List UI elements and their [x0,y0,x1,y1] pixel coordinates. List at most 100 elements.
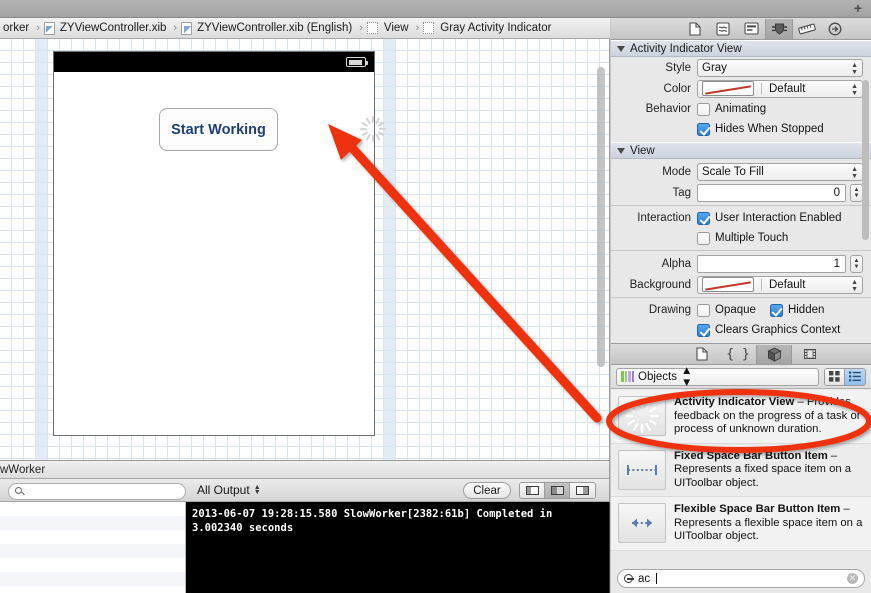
spinner-nib [379,128,386,130]
breadcrumb-item-0[interactable]: orker [0,22,32,34]
breadcrumb-item-2[interactable]: ZYViewController.xib (English) [181,22,355,35]
fixed-space-icon [619,451,665,489]
style-label: Style [611,62,697,74]
canvas-guide-left [35,39,47,460]
debug-tab-bar[interactable]: wWorker [0,460,610,479]
disclosure-triangle-icon[interactable] [617,46,625,52]
breadcrumb-label-3: View [381,22,412,34]
code-snippet-library-icon[interactable]: { } [720,345,756,364]
user-interaction-enabled-checkbox[interactable] [697,212,710,225]
inspector-tab-bar [611,18,871,40]
breadcrumb-separator: › [412,22,424,34]
library-item-title: Flexible Space Bar Button Item [674,503,840,515]
hides-when-stopped-checkbox[interactable] [697,123,710,136]
show-console-view-button[interactable] [570,483,595,498]
background-color-well[interactable] [702,277,754,292]
disclosure-triangle-icon[interactable] [617,148,625,154]
size-inspector-icon[interactable] [793,19,821,39]
fixed-space-thumb [618,450,666,490]
list-item[interactable]: Flexible Space Bar Button Item – Represe… [611,497,871,551]
library-category-label: Objects [638,371,677,383]
breadcrumb-item-1[interactable]: ZYViewController.xib [44,22,170,35]
file-template-library-icon[interactable] [684,345,720,364]
opaque-checkbox[interactable] [697,304,710,317]
device-view[interactable]: Start Working [53,51,375,436]
start-working-button[interactable]: Start Working [159,108,278,151]
identity-inspector-icon[interactable] [737,19,765,39]
search-icon [15,487,22,494]
media-library-icon[interactable] [792,345,828,364]
show-both-views-button[interactable] [545,483,570,498]
section-title: Activity Indicator View [630,43,742,55]
library-view-toggle [824,368,866,386]
library-item-title: Activity Indicator View [674,396,794,408]
clears-graphics-context-checkbox[interactable] [697,324,710,337]
library-tab-bar: { } [611,344,871,365]
alpha-stepper[interactable]: ▲▼ [850,255,863,273]
mode-popup[interactable]: Scale To Fill ▲▼ [697,163,863,181]
chevron-updown-icon: ▲▼ [851,279,858,293]
console-output[interactable]: 2013-06-07 19:28:15.580 SlowWorker[2382:… [186,502,610,593]
file-inspector-icon[interactable] [681,19,709,39]
status-bar [54,52,374,72]
inspector-scrollbar[interactable] [862,80,869,240]
library-category-popup[interactable]: Objects ▲▼ [616,368,819,386]
drawing-row: Drawing Opaque Hidden [611,300,871,320]
attributes-inspector-icon[interactable] [765,19,793,39]
library-item-text: Fixed Space Bar Button Item – Represents… [674,450,863,491]
section-header-activity-indicator-view[interactable]: Activity Indicator View [611,40,871,57]
xcode-window: + orker › ZYViewController.xib › ZYViewC… [0,0,871,593]
list-item[interactable]: Activity Indicator View – Provides feedb… [611,390,871,444]
output-scope-popup[interactable]: All Output ▲▼ [197,483,261,497]
hidden-checkbox[interactable] [770,304,783,317]
debug-tab-label: wWorker [0,464,45,476]
list-item[interactable]: Fixed Space Bar Button Item – Represents… [611,444,871,498]
color-well[interactable] [702,81,754,96]
object-library-icon[interactable] [756,345,792,364]
add-editor-button[interactable]: + [854,2,862,14]
breadcrumb[interactable]: orker › ZYViewController.xib › ZYViewCon… [0,18,610,39]
library-item-list[interactable]: Activity Indicator View – Provides feedb… [611,390,871,566]
xib-file-icon [44,22,55,35]
breadcrumb-item-4[interactable]: Gray Activity Indicator [423,22,554,34]
chevron-updown-icon: ▲▼ [851,166,858,180]
debug-filter-field[interactable] [8,483,186,500]
objects-library-color-icon [621,371,634,382]
show-variables-view-button[interactable] [520,483,545,498]
breadcrumb-item-3[interactable]: View [367,22,412,34]
xib-file-icon [181,22,192,35]
spinner-nib [366,134,371,141]
library-search-value: ac [638,573,650,585]
alpha-field[interactable]: 1 [697,255,846,273]
canvas-vertical-scrollbar[interactable] [597,67,605,367]
variables-view[interactable] [0,502,186,593]
spinner-nib [360,128,367,130]
variables-view-icon [526,486,539,495]
alpha-row: Alpha 1 ▲▼ [611,253,871,274]
behavior-label: Behavior [611,103,697,115]
clear-search-icon[interactable]: ✕ [847,573,858,584]
tag-field[interactable]: 0 [697,184,846,202]
spinner-nib [648,419,657,426]
utilities-inspector: Activity Indicator View Style Gray ▲▼ Co… [611,18,871,343]
activity-indicator-view[interactable] [360,116,386,142]
list-view-toggle[interactable] [845,369,865,385]
grid-view-toggle[interactable] [825,369,845,385]
search-icon [624,574,633,583]
chevron-updown-icon: ▲▼ [681,365,692,389]
style-popup[interactable]: Gray ▲▼ [697,59,863,77]
interface-builder-canvas[interactable]: Start Working [0,39,610,460]
library-search-field[interactable]: ac ✕ [617,569,865,588]
canvas-guide-right [383,39,395,460]
clear-console-button[interactable]: Clear [463,482,511,499]
animating-checkbox[interactable] [697,103,710,116]
library-header: Objects ▲▼ [611,365,871,389]
multiple-touch-checkbox[interactable] [697,232,710,245]
quick-help-inspector-icon[interactable] [709,19,737,39]
section-header-view[interactable]: View [611,142,871,159]
library-item-text: Activity Indicator View – Provides feedb… [674,396,863,437]
view-placeholder-icon [423,22,434,34]
background-popup[interactable]: | Default ▲▼ [697,276,863,294]
color-popup[interactable]: | Default ▲▼ [697,80,863,98]
connections-inspector-icon[interactable] [821,19,849,39]
